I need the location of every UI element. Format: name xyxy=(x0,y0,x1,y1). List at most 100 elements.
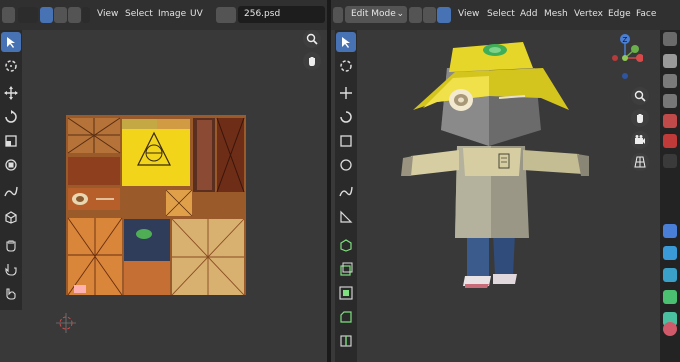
menu-view-3d[interactable]: View xyxy=(458,9,479,19)
3d-select-box-tool[interactable] xyxy=(336,32,356,52)
pinch-tool[interactable] xyxy=(1,259,21,279)
inset-icon xyxy=(339,286,353,300)
properties-tabs xyxy=(660,30,680,362)
menu-uv[interactable]: UV xyxy=(190,9,203,19)
3d-editor-type-button[interactable] xyxy=(333,7,343,23)
inset-tool[interactable] xyxy=(336,283,356,303)
gizmo-x-handle[interactable] xyxy=(636,54,643,62)
menu-vertex[interactable]: Vertex xyxy=(574,9,603,19)
image-browse-button[interactable] xyxy=(216,7,236,23)
3d-annotate-tool[interactable] xyxy=(336,181,356,201)
modifier-properties-tab[interactable] xyxy=(663,224,677,238)
face-select-button[interactable] xyxy=(437,7,451,23)
ruler-icon xyxy=(340,210,353,223)
uv-editor-viewport[interactable] xyxy=(0,30,327,362)
particles-properties-tab[interactable] xyxy=(663,246,677,260)
uv-edge-select-button[interactable] xyxy=(54,7,67,23)
mode-dropdown-value: Edit Mode xyxy=(351,9,396,19)
3d-zoom-button[interactable] xyxy=(631,87,649,105)
bevel-tool[interactable] xyxy=(336,307,356,327)
transform-icon xyxy=(5,159,17,171)
gizmo-neg-z-handle[interactable] xyxy=(622,73,628,79)
chevron-down-icon: ⌄ xyxy=(396,9,404,19)
3d-viewport[interactable]: Z xyxy=(331,30,660,362)
uv-vertex-select-button[interactable] xyxy=(40,7,53,23)
constraints-properties-tab[interactable] xyxy=(663,290,677,304)
select-box-tool[interactable] xyxy=(1,32,21,52)
world-properties-tab[interactable] xyxy=(663,134,677,148)
scale-icon xyxy=(5,135,17,147)
uv-face-select-button[interactable] xyxy=(68,7,81,23)
gizmo-y-handle[interactable] xyxy=(631,45,639,53)
measure-tool[interactable] xyxy=(336,207,356,227)
edge-select-button[interactable] xyxy=(423,7,436,23)
viewport3d-header: Edit Mode ⌄ View Select Add Mesh Vertex … xyxy=(331,0,680,31)
editor-type-button[interactable] xyxy=(2,7,15,23)
camera-icon xyxy=(635,135,645,144)
relax-tool[interactable] xyxy=(1,283,21,303)
menu-edge[interactable]: Edge xyxy=(608,9,631,19)
3d-transform-tool[interactable] xyxy=(336,155,356,175)
material-properties-tab[interactable] xyxy=(663,322,677,336)
extrude-tool[interactable] xyxy=(336,259,356,279)
add-cube-tool[interactable] xyxy=(336,235,356,255)
cursor-tool[interactable] xyxy=(1,56,21,76)
cursor-icon xyxy=(342,37,350,48)
output-properties-tab[interactable] xyxy=(663,74,677,88)
image-name-field[interactable]: 256.psd xyxy=(238,6,325,23)
menu-add[interactable]: Add xyxy=(520,9,537,19)
uv-editor-header: View Select Image UV 256.psd xyxy=(0,0,327,31)
cube-icon xyxy=(5,211,17,224)
crosshair-icon xyxy=(340,60,352,72)
hand-pinch-icon xyxy=(5,264,17,276)
2d-cursor-icon[interactable] xyxy=(56,313,76,333)
uv-sync-toggle[interactable] xyxy=(18,7,38,23)
render-properties-tab[interactable] xyxy=(663,54,677,68)
extrude-icon xyxy=(340,262,353,276)
rotate-tool[interactable] xyxy=(1,107,21,127)
3d-move-tool[interactable] xyxy=(336,83,356,103)
loop-cut-tool[interactable] xyxy=(336,331,356,351)
uv-cube-tool[interactable] xyxy=(1,207,21,227)
menu-mesh[interactable]: Mesh xyxy=(544,9,568,19)
3d-rotate-tool[interactable] xyxy=(336,107,356,127)
menu-select[interactable]: Select xyxy=(125,9,153,19)
physics-properties-tab[interactable] xyxy=(663,268,677,282)
scene-properties-tab[interactable] xyxy=(663,114,677,128)
menu-select-3d[interactable]: Select xyxy=(487,9,515,19)
menu-image[interactable]: Image xyxy=(158,9,186,19)
uv-texture-image[interactable] xyxy=(66,115,246,295)
view-layer-properties-tab[interactable] xyxy=(663,94,677,108)
transform-tool[interactable] xyxy=(1,155,21,175)
menu-face[interactable]: Face xyxy=(636,9,656,19)
menu-view[interactable]: View xyxy=(97,9,118,19)
pan-button[interactable] xyxy=(303,52,321,70)
perspective-toggle-button[interactable] xyxy=(631,153,649,171)
move-icon xyxy=(4,86,18,100)
3d-scale-tool[interactable] xyxy=(336,131,356,151)
vertex-select-button[interactable] xyxy=(409,7,422,23)
annotate-tool[interactable] xyxy=(1,181,21,201)
3d-pan-button[interactable] xyxy=(631,109,649,127)
move-tool[interactable] xyxy=(1,83,21,103)
gizmo-center xyxy=(622,55,628,61)
rotate-icon xyxy=(340,111,352,123)
gizmo-neg-x-handle[interactable] xyxy=(612,55,618,61)
mode-dropdown[interactable]: Edit Mode ⌄ xyxy=(345,6,407,23)
zoom-button[interactable] xyxy=(303,30,321,48)
navigation-gizmo[interactable]: Z xyxy=(593,32,643,88)
bevel-icon xyxy=(340,311,352,323)
tool-properties-tab[interactable] xyxy=(663,32,677,46)
grab-tool[interactable] xyxy=(1,235,21,255)
3d-cursor-tool[interactable] xyxy=(336,56,356,76)
pencil-icon xyxy=(4,186,18,197)
scale-tool[interactable] xyxy=(1,131,21,151)
hand-relax-icon xyxy=(6,288,16,300)
uv-island-select-button[interactable] xyxy=(82,7,90,23)
hand-grab-icon xyxy=(6,240,16,252)
camera-view-button[interactable] xyxy=(631,131,649,149)
cube-add-icon xyxy=(340,239,352,252)
object-properties-tab[interactable] xyxy=(663,154,677,168)
character-model[interactable] xyxy=(393,38,593,300)
grid-icon xyxy=(634,156,646,168)
